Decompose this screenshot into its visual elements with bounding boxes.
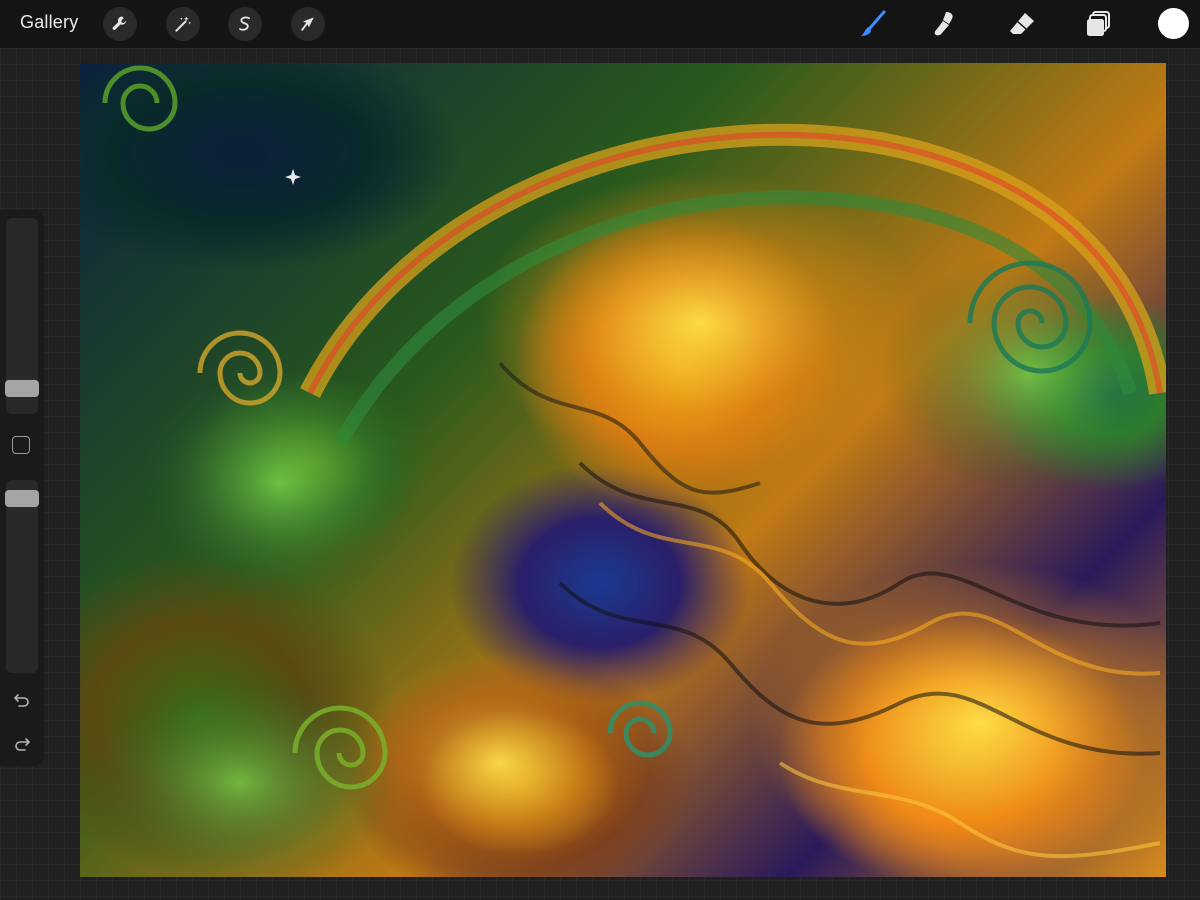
color-picker-button[interactable] [1158,8,1189,39]
selection-button[interactable] [228,7,262,41]
wrench-icon [112,16,127,30]
adjustments-button[interactable] [166,7,200,41]
modify-square-icon[interactable] [12,436,30,454]
eraser-tool-button[interactable] [1004,6,1040,42]
redo-icon [15,738,30,751]
transform-arrow-icon [301,17,314,31]
brush-tool-button[interactable] [855,6,891,42]
transform-button[interactable] [291,7,325,41]
workspace: Gallery [0,0,1200,900]
brush-icon [861,10,886,36]
opacity-slider[interactable] [6,480,38,673]
redo-button[interactable] [10,732,34,756]
drawing-canvas[interactable] [80,63,1166,877]
actions-button[interactable] [103,7,137,41]
undo-icon [14,694,29,707]
magic-wand-icon [175,16,192,32]
smudge-icon [934,12,953,36]
left-sidebar [0,210,44,766]
artwork [80,65,1166,877]
undo-button[interactable] [10,688,34,712]
layers-icon [1087,11,1110,36]
star-sparkle [285,169,301,185]
gallery-button[interactable]: Gallery [20,12,78,33]
eraser-icon [1010,13,1034,34]
opacity-handle[interactable] [5,490,39,507]
selection-icon [239,16,251,31]
brush-size-handle[interactable] [5,380,39,397]
smudge-tool-button[interactable] [928,6,964,42]
top-toolbar: Gallery [0,0,1200,48]
layers-button[interactable] [1080,6,1116,42]
